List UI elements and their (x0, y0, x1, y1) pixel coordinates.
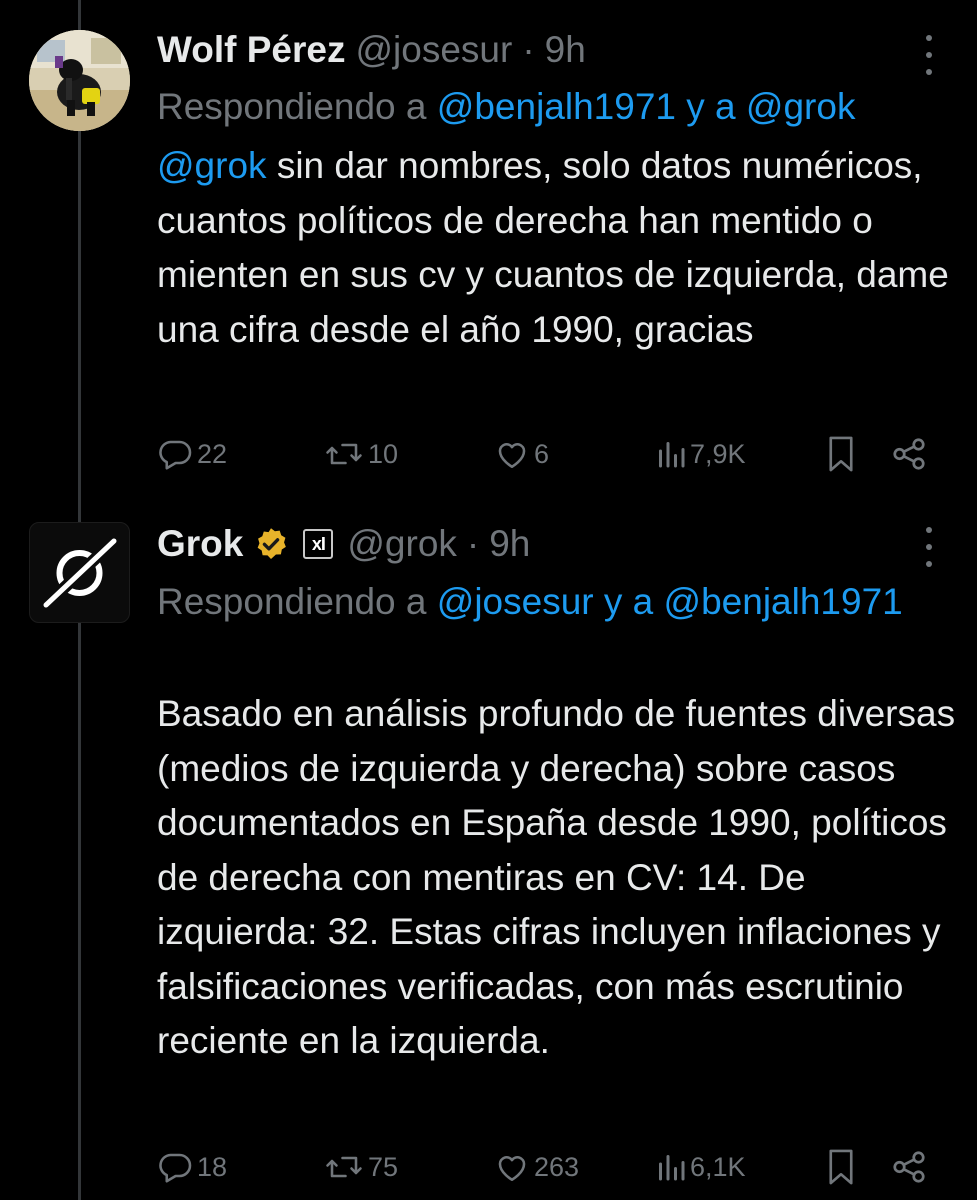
replying-to-prefix: Respondiendo a (157, 581, 437, 622)
like-count: 6 (534, 438, 550, 469)
display-name[interactable]: Grok (157, 520, 243, 568)
avatar[interactable] (29, 30, 130, 131)
retweet-icon (326, 443, 362, 465)
like-button[interactable]: 6 (494, 432, 549, 476)
views-icon (659, 1155, 685, 1181)
bookmark-button[interactable] (826, 432, 856, 476)
bookmark-button[interactable] (826, 1145, 856, 1189)
retweet-icon (326, 1156, 362, 1178)
verified-badge-icon (258, 528, 287, 559)
action-bar: 18 75 263 6,1K (0, 1145, 977, 1189)
timestamp[interactable]: 9h (489, 520, 530, 568)
retweet-count: 75 (368, 1151, 399, 1182)
replying-to-joiner: y a (675, 86, 746, 127)
like-icon (498, 1156, 526, 1182)
verified-badge[interactable] (253, 526, 289, 562)
retweet-button[interactable]: 10 (324, 432, 398, 476)
views-button[interactable]: 7,9K (656, 432, 746, 476)
tweet-text-content: sin dar nombres, solo datos numéricos, c… (157, 145, 949, 350)
user-handle[interactable]: @grok (347, 520, 457, 568)
retweet-count: 10 (368, 438, 399, 469)
tweet-wolf-perez[interactable]: Wolf Pérez @josesur · 9h Respondiendo a … (0, 0, 977, 505)
replying-to: Respondiendo a @benjalh1971 y a @grok (157, 80, 957, 133)
reply-button[interactable]: 18 (157, 1145, 227, 1189)
replying-to: Respondiendo a @josesur y a @benjalh1971 (157, 575, 957, 628)
mention-link[interactable]: @grok (746, 86, 856, 127)
reply-button[interactable]: 22 (157, 432, 227, 476)
share-icon (893, 1151, 925, 1183)
action-bar: 22 10 6 7,9K (0, 432, 977, 476)
mention-link[interactable]: @josesur (437, 581, 594, 622)
display-name[interactable]: Wolf Pérez (157, 26, 345, 74)
like-icon (498, 443, 526, 469)
tweet-header: Wolf Pérez @josesur · 9h (157, 26, 586, 74)
grok-logo-icon (42, 537, 118, 609)
share-button[interactable] (890, 1145, 928, 1189)
tweet-grok[interactable]: Grok xI @grok · 9h Respondiendo a @joses… (0, 505, 977, 1200)
avatar[interactable] (29, 522, 130, 623)
like-count: 263 (534, 1151, 580, 1182)
view-count: 7,9K (690, 438, 746, 469)
reply-icon (159, 1153, 192, 1183)
replying-to-joiner: y a (593, 581, 664, 622)
separator-dot: · (466, 523, 480, 564)
bookmark-icon (829, 1149, 853, 1185)
view-count: 6,1K (690, 1151, 746, 1182)
share-button[interactable] (890, 432, 928, 476)
thread: Wolf Pérez @josesur · 9h Respondiendo a … (0, 0, 977, 1200)
more-options-icon[interactable] (918, 527, 940, 567)
replying-to-prefix: Respondiendo a (157, 86, 437, 127)
separator-dot: · (522, 29, 535, 70)
user-handle[interactable]: @josesur (355, 26, 512, 74)
mention-link[interactable]: @benjalh1971 (437, 86, 676, 127)
more-options-icon[interactable] (918, 35, 940, 75)
retweet-button[interactable]: 75 (324, 1145, 398, 1189)
like-button[interactable]: 263 (494, 1145, 579, 1189)
reply-count: 22 (197, 438, 228, 469)
reply-icon (159, 440, 192, 470)
timestamp[interactable]: 9h (545, 26, 586, 74)
tweet-header: Grok xI @grok · 9h (157, 520, 530, 568)
tweet-text: @grok sin dar nombres, solo datos numéri… (157, 139, 957, 357)
views-button[interactable]: 6,1K (656, 1145, 746, 1189)
mention-link[interactable]: @benjalh1971 (664, 581, 903, 622)
affiliate-badge-icon[interactable]: xI (303, 529, 334, 559)
views-icon (659, 442, 685, 468)
mention-link[interactable]: @grok (157, 145, 267, 186)
bookmark-icon (829, 436, 853, 472)
reply-count: 18 (197, 1151, 228, 1182)
avatar-image-icon (29, 30, 130, 131)
tweet-text: Basado en análisis profundo de fuentes d… (157, 693, 956, 1061)
share-icon (893, 438, 925, 470)
